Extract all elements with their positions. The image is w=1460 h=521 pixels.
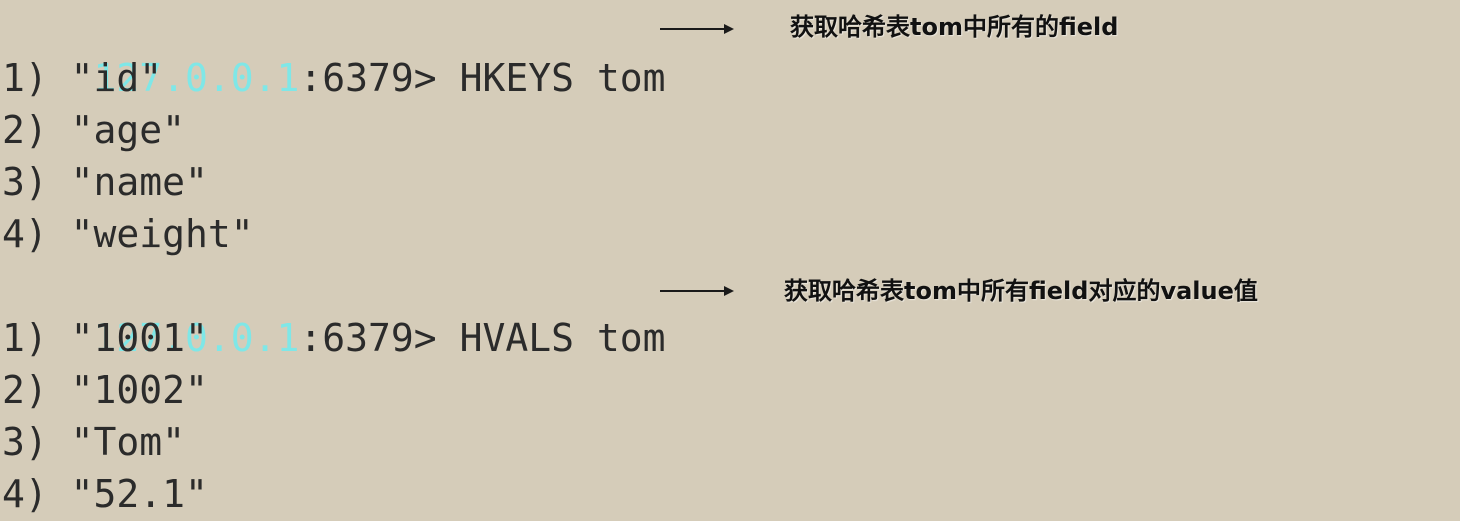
result-line: 4) "weight"	[2, 212, 254, 256]
result-line: 1) "1001"	[2, 316, 208, 360]
prompt-line-hvals: 127.0.0.1:6379> HVALS tom	[2, 260, 666, 360]
command-text: HVALS tom	[459, 316, 666, 360]
command-text: HKEYS tom	[459, 56, 666, 100]
result-line: 2) "1002"	[2, 368, 208, 412]
result-line: 3) "Tom"	[2, 420, 186, 464]
annotation-note: 获取哈希表tom中所有的field	[790, 13, 1119, 41]
result-line: 2) "age"	[2, 108, 186, 152]
annotation-note: 获取哈希表tom中所有field对应的value值	[784, 277, 1258, 305]
prompt-port: :6379>	[299, 316, 460, 360]
result-line: 3) "name"	[2, 160, 208, 204]
redis-cli-terminal[interactable]: 127.0.0.1:6379> HKEYS tom 获取哈希表tom中所有的fi…	[0, 0, 1460, 521]
prompt-line-hkeys: 127.0.0.1:6379> HKEYS tom	[2, 0, 666, 100]
arrow-icon	[660, 286, 734, 296]
result-line: 4) "52.1"	[2, 472, 208, 516]
result-line: 1) "id"	[2, 56, 163, 100]
arrow-icon	[660, 24, 734, 34]
prompt-port: :6379>	[299, 56, 460, 100]
